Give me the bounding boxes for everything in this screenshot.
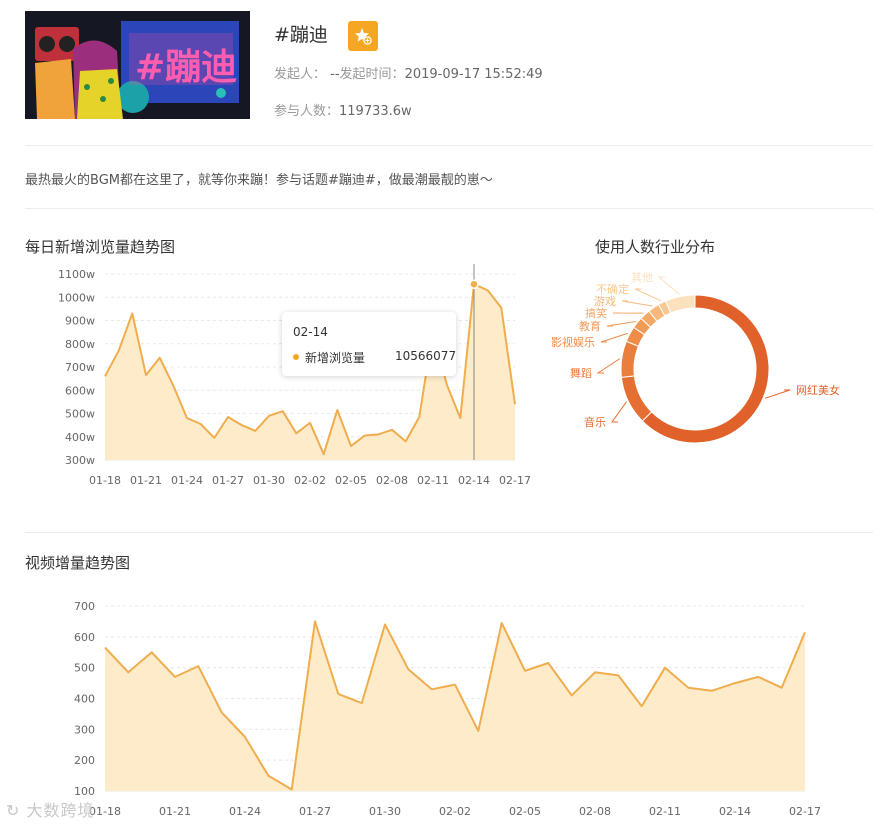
data-point[interactable] xyxy=(639,703,645,709)
data-point[interactable] xyxy=(569,692,575,698)
watermark-text: 大数跨境 xyxy=(26,801,95,820)
y-tick-label: 700 xyxy=(74,600,95,613)
data-point[interactable] xyxy=(382,622,388,628)
y-tick-label: 200 xyxy=(74,754,95,767)
x-tick-label: 02-02 xyxy=(439,805,471,818)
x-tick-label: 02-14 xyxy=(719,805,751,818)
x-tick-label: 02-05 xyxy=(509,805,541,818)
data-point[interactable] xyxy=(685,685,691,691)
data-point[interactable] xyxy=(219,709,225,715)
data-point[interactable] xyxy=(615,672,621,678)
watermark: ↻ 大数跨境 xyxy=(6,797,95,821)
data-point[interactable] xyxy=(359,700,365,706)
data-point[interactable] xyxy=(102,645,108,651)
logo-icon: ↻ xyxy=(6,801,21,820)
data-point[interactable] xyxy=(312,618,318,624)
data-point[interactable] xyxy=(709,688,715,694)
data-point[interactable] xyxy=(172,674,178,680)
data-point[interactable] xyxy=(125,669,131,675)
x-tick-label: 02-17 xyxy=(789,805,821,818)
x-tick-label: 01-24 xyxy=(229,805,261,818)
data-point[interactable] xyxy=(289,786,295,792)
data-point[interactable] xyxy=(545,660,551,666)
data-point[interactable] xyxy=(755,674,761,680)
data-point[interactable] xyxy=(429,686,435,692)
data-point[interactable] xyxy=(732,680,738,686)
x-tick-label: 01-30 xyxy=(369,805,401,818)
x-tick-label: 01-21 xyxy=(159,805,191,818)
y-tick-label: 300 xyxy=(74,723,95,736)
data-point[interactable] xyxy=(195,663,201,669)
data-point[interactable] xyxy=(802,629,808,635)
y-tick-label: 600 xyxy=(74,631,95,644)
x-tick-label: 01-27 xyxy=(299,805,331,818)
x-tick-label: 02-08 xyxy=(579,805,611,818)
data-point[interactable] xyxy=(475,728,481,734)
data-point[interactable] xyxy=(452,682,458,688)
data-point[interactable] xyxy=(265,773,271,779)
data-point[interactable] xyxy=(522,668,528,674)
y-tick-label: 400 xyxy=(74,693,95,706)
data-point[interactable] xyxy=(662,665,668,671)
data-point[interactable] xyxy=(779,685,785,691)
series-area xyxy=(105,621,805,791)
data-point[interactable] xyxy=(499,620,505,626)
data-point[interactable] xyxy=(149,649,155,655)
x-tick-label: 02-11 xyxy=(649,805,681,818)
data-point[interactable] xyxy=(405,666,411,672)
data-point[interactable] xyxy=(592,669,598,675)
video-growth-chart[interactable]: 10020030040050060070001-18 01-21 01-24 01-2… xyxy=(0,0,893,827)
y-tick-label: 500 xyxy=(74,662,95,675)
data-point[interactable] xyxy=(335,691,341,697)
data-point[interactable] xyxy=(242,734,248,740)
